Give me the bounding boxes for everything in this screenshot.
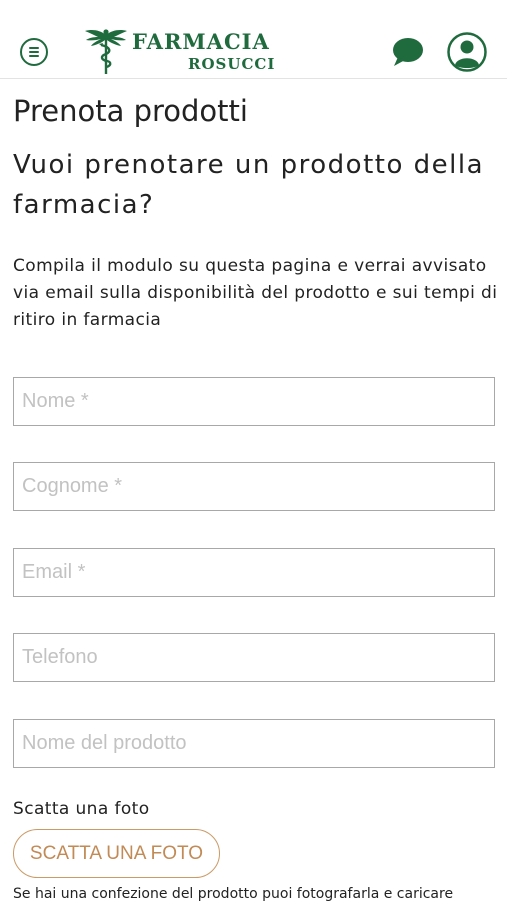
product-name-input[interactable] bbox=[13, 719, 495, 768]
logo-subtitle: ROSUCCI bbox=[188, 55, 276, 73]
photo-label: Scatta una foto bbox=[13, 799, 150, 819]
user-avatar-icon[interactable] bbox=[447, 32, 487, 72]
intro-text: Compila il modulo su questa pagina e ver… bbox=[13, 256, 498, 330]
take-photo-button[interactable]: SCATTA UNA FOTO bbox=[13, 829, 220, 878]
phone-input[interactable] bbox=[13, 633, 495, 682]
app-header: FARMACIA ROSUCCI bbox=[0, 0, 507, 79]
page-title: Prenota prodotti bbox=[13, 94, 248, 128]
menu-icon[interactable] bbox=[20, 38, 48, 66]
chat-bubble-icon[interactable] bbox=[390, 36, 424, 68]
pharmacy-logo[interactable]: FARMACIA ROSUCCI bbox=[84, 26, 274, 76]
email-input[interactable] bbox=[13, 548, 495, 597]
headline: Vuoi prenotare un prodotto della farmaci… bbox=[13, 150, 485, 220]
first-name-input[interactable] bbox=[13, 377, 495, 426]
last-name-input[interactable] bbox=[13, 462, 495, 511]
caduceus-icon bbox=[85, 29, 127, 74]
logo-name: FARMACIA bbox=[132, 29, 270, 54]
photo-help-text: Se hai una confezione del prodotto puoi … bbox=[13, 886, 454, 902]
